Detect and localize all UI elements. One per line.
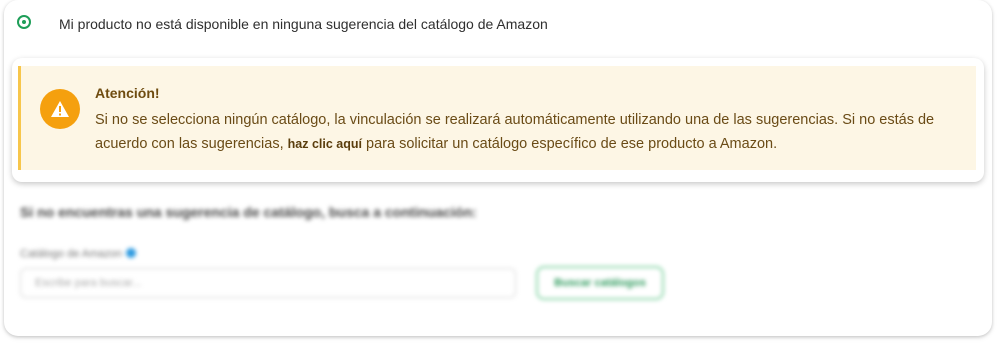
alert-panel: Atención! Si no se selecciona ningún cat…	[12, 58, 984, 182]
catalog-search-input[interactable]: Escribe para buscar...	[20, 268, 516, 298]
search-catalogs-button[interactable]: Buscar catálogos	[536, 266, 664, 300]
catalog-option-card: Mi producto no está disponible en ningun…	[4, 0, 992, 336]
warning-alert: Atención! Si no se selecciona ningún cat…	[18, 66, 976, 170]
option-label[interactable]: Mi producto no está disponible en ningun…	[59, 16, 548, 32]
search-section-heading: Si no encuentras una sugerencia de catál…	[20, 204, 477, 220]
catalog-search-section: Si no encuentras una sugerencia de catál…	[4, 190, 992, 330]
radio-selected-icon[interactable]	[17, 15, 31, 29]
alert-message: Si no se selecciona ningún catálogo, la …	[95, 108, 955, 156]
catalog-field-label-text: Catálogo de Amazon	[20, 248, 123, 260]
catalog-field-label: Catálogo de Amazon	[20, 248, 137, 260]
info-icon[interactable]	[126, 248, 137, 258]
alert-title: Atención!	[95, 85, 160, 101]
option-row[interactable]: Mi producto no está disponible en ningun…	[4, 0, 992, 48]
request-catalog-link[interactable]: haz clic aquí	[288, 137, 362, 151]
alert-text-end: para solicitar un catálogo específico de…	[362, 136, 778, 152]
warning-icon	[40, 89, 80, 129]
